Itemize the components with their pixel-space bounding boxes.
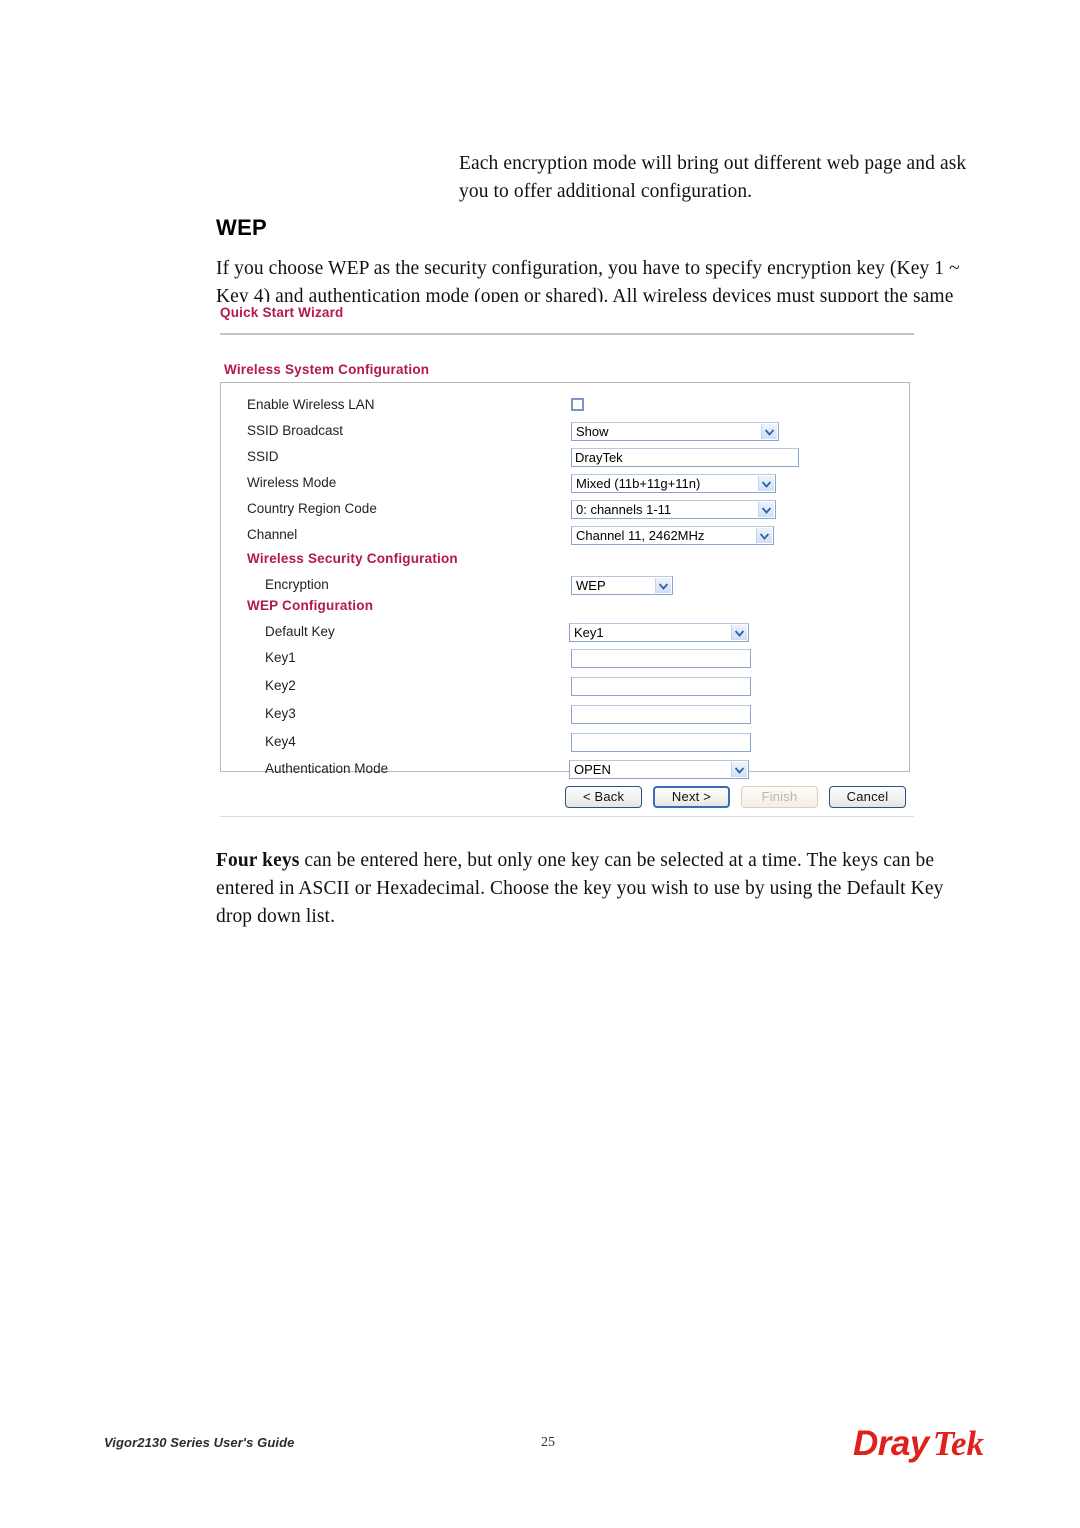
row-key4: Key4 (221, 730, 909, 756)
wizard-button-row: < Back Next > Finish Cancel (216, 786, 916, 812)
ctrl-ssid-broadcast: Show (571, 419, 779, 441)
section-heading-wireless-security-configuration: Wireless Security Configuration (247, 551, 458, 566)
authentication-mode-select-value: OPEN (574, 762, 611, 777)
title-divider (220, 333, 914, 335)
ctrl-enable-wireless-lan (571, 393, 584, 416)
wireless-mode-select[interactable]: Mixed (11b+11g+11n) (571, 474, 776, 493)
row-enable-wireless-lan: Enable Wireless LAN (221, 393, 909, 419)
label-key2: Key2 (265, 678, 296, 693)
draytek-logo: Dray Tek (853, 1424, 984, 1464)
ctrl-key4 (571, 730, 751, 752)
row-key1: Key1 (221, 646, 909, 672)
row-authentication-mode: Authentication Mode OPEN (221, 757, 909, 783)
label-ssid: SSID (247, 449, 279, 464)
row-key2: Key2 (221, 674, 909, 700)
chevron-down-icon (655, 578, 671, 593)
country-region-code-select-value: 0: channels 1-11 (576, 502, 672, 517)
wireless-mode-select-value: Mixed (11b+11g+11n) (576, 476, 701, 491)
channel-select-value: Channel 11, 2462MHz (576, 528, 705, 543)
row-ssid: SSID DrayTek (221, 445, 909, 471)
ctrl-channel: Channel 11, 2462MHz (571, 523, 774, 545)
back-button[interactable]: < Back (565, 786, 642, 808)
ssid-broadcast-select-value: Show (576, 424, 609, 439)
label-channel: Channel (247, 527, 298, 542)
footer-divider (220, 816, 914, 817)
chevron-down-icon (758, 502, 774, 517)
row-encryption: Encryption WEP (221, 573, 909, 599)
ctrl-country-region-code: 0: channels 1-11 (571, 497, 776, 519)
key1-input[interactable] (571, 649, 751, 668)
default-key-select[interactable]: Key1 (569, 623, 749, 642)
ctrl-authentication-mode: OPEN (569, 757, 749, 779)
ctrl-encryption: WEP (571, 573, 673, 595)
intro-paragraph: Each encryption mode will bring out diff… (459, 152, 967, 202)
enable-wireless-lan-checkbox[interactable] (571, 398, 584, 411)
footer-page-number: 25 (541, 1435, 555, 1450)
row-country-region-code: Country Region Code 0: channels 1-11 (221, 497, 909, 523)
section-heading-wep-configuration: WEP Configuration (247, 598, 374, 613)
finish-button: Finish (741, 786, 818, 808)
four-keys-bold-lead: Four keys (216, 849, 300, 871)
logo-tek-text: Tek (932, 1424, 985, 1463)
row-default-key: Default Key Key1 (221, 620, 909, 646)
label-default-key: Default Key (265, 624, 335, 639)
label-country-region-code: Country Region Code (247, 501, 377, 516)
default-key-select-value: Key1 (574, 625, 604, 640)
label-key4: Key4 (265, 734, 296, 749)
ctrl-wireless-mode: Mixed (11b+11g+11n) (571, 471, 776, 493)
wizard-title: Quick Start Wizard (220, 305, 344, 320)
authentication-mode-select[interactable]: OPEN (569, 760, 749, 779)
encryption-select-value: WEP (576, 578, 606, 593)
label-ssid-broadcast: SSID Broadcast (247, 423, 344, 438)
key4-input[interactable] (571, 733, 751, 752)
configuration-panel: Enable Wireless LAN SSID Broadcast Show … (220, 382, 910, 779)
chevron-down-icon (758, 476, 774, 491)
row-key3: Key3 (221, 702, 909, 728)
label-wireless-mode: Wireless Mode (247, 475, 337, 490)
country-region-code-select[interactable]: 0: channels 1-11 (571, 500, 776, 519)
label-key1: Key1 (265, 650, 296, 665)
ctrl-key3 (571, 702, 751, 724)
row-channel: Channel Channel 11, 2462MHz (221, 523, 909, 549)
key2-input[interactable] (571, 677, 751, 696)
next-button[interactable]: Next > (653, 786, 730, 808)
ssid-broadcast-select[interactable]: Show (571, 422, 779, 441)
ctrl-key2 (571, 674, 751, 696)
four-keys-paragraph: Four keys can be entered here, but only … (216, 847, 981, 931)
section-heading-wireless-system-configuration: Wireless System Configuration (224, 362, 430, 377)
label-key3: Key3 (265, 706, 296, 721)
router-wizard-screenshot: Quick Start Wizard Wireless System Confi… (216, 302, 916, 820)
logo-dray-text: Dray (853, 1424, 929, 1463)
chevron-down-icon (761, 424, 777, 439)
ctrl-ssid: DrayTek (571, 445, 799, 467)
label-encryption: Encryption (265, 577, 329, 592)
label-authentication-mode: Authentication Mode (265, 761, 389, 776)
encryption-select[interactable]: WEP (571, 576, 673, 595)
row-wireless-mode: Wireless Mode Mixed (11b+11g+11n) (221, 471, 909, 497)
four-keys-body: can be entered here, but only one key ca… (216, 849, 944, 927)
chevron-down-icon (731, 625, 747, 640)
key3-input[interactable] (571, 705, 751, 724)
channel-select[interactable]: Channel 11, 2462MHz (571, 526, 774, 545)
cancel-button[interactable]: Cancel (829, 786, 906, 808)
chevron-down-icon (756, 528, 772, 543)
row-ssid-broadcast: SSID Broadcast Show (221, 419, 909, 445)
ctrl-key1 (571, 646, 751, 668)
chevron-down-icon (731, 762, 747, 777)
ssid-input[interactable]: DrayTek (571, 448, 799, 467)
label-enable-wireless-lan: Enable Wireless LAN (247, 397, 375, 412)
page-title: WEP (216, 215, 268, 241)
footer-guide-title: Vigor2130 Series User's Guide (104, 1435, 295, 1450)
ctrl-default-key: Key1 (569, 620, 749, 642)
